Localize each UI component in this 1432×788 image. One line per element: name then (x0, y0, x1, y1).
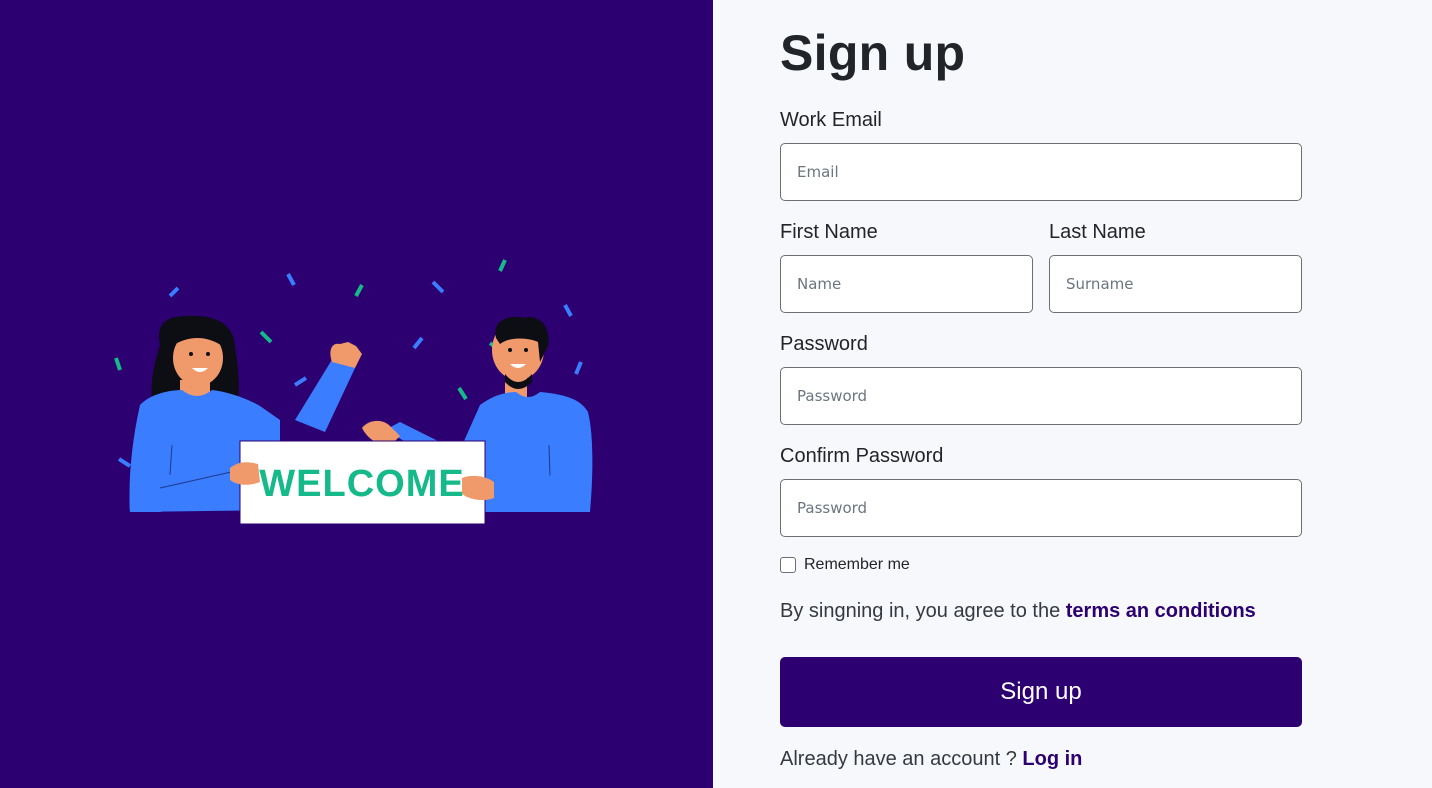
remember-me-label[interactable]: Remember me (804, 556, 910, 574)
email-input[interactable] (780, 143, 1302, 201)
remember-me-checkbox[interactable] (780, 557, 796, 573)
password-label: Password (780, 333, 868, 355)
terms-prefix: By singning in, you agree to the (780, 600, 1066, 622)
password-input[interactable] (780, 367, 1302, 425)
login-link[interactable]: Log in (1022, 748, 1082, 770)
terms-link[interactable]: terms an conditions (1066, 600, 1256, 622)
confirm-password-input[interactable] (780, 479, 1302, 537)
illustration-panel: WELCOME (0, 0, 713, 788)
signup-panel: Sign up Work Email First Name Last Name … (713, 0, 1432, 788)
remember-me-row: Remember me (780, 556, 910, 574)
confirm-password-label: Confirm Password (780, 445, 944, 467)
first-name-input[interactable] (780, 255, 1033, 313)
signup-button[interactable]: Sign up (780, 657, 1302, 727)
last-name-label: Last Name (1049, 221, 1146, 243)
first-name-label: First Name (780, 221, 878, 243)
welcome-sign: WELCOME (230, 440, 494, 525)
login-prompt-text: Already have an account ? (780, 748, 1023, 770)
welcome-sign-text: WELCOME (259, 463, 464, 505)
terms-text: By singning in, you agree to the terms a… (780, 600, 1256, 623)
work-email-label: Work Email (780, 109, 882, 131)
welcome-illustration: WELCOME (114, 259, 593, 525)
login-prompt: Already have an account ? Log in (780, 748, 1082, 771)
page-title: Sign up (780, 25, 966, 81)
last-name-input[interactable] (1049, 255, 1302, 313)
